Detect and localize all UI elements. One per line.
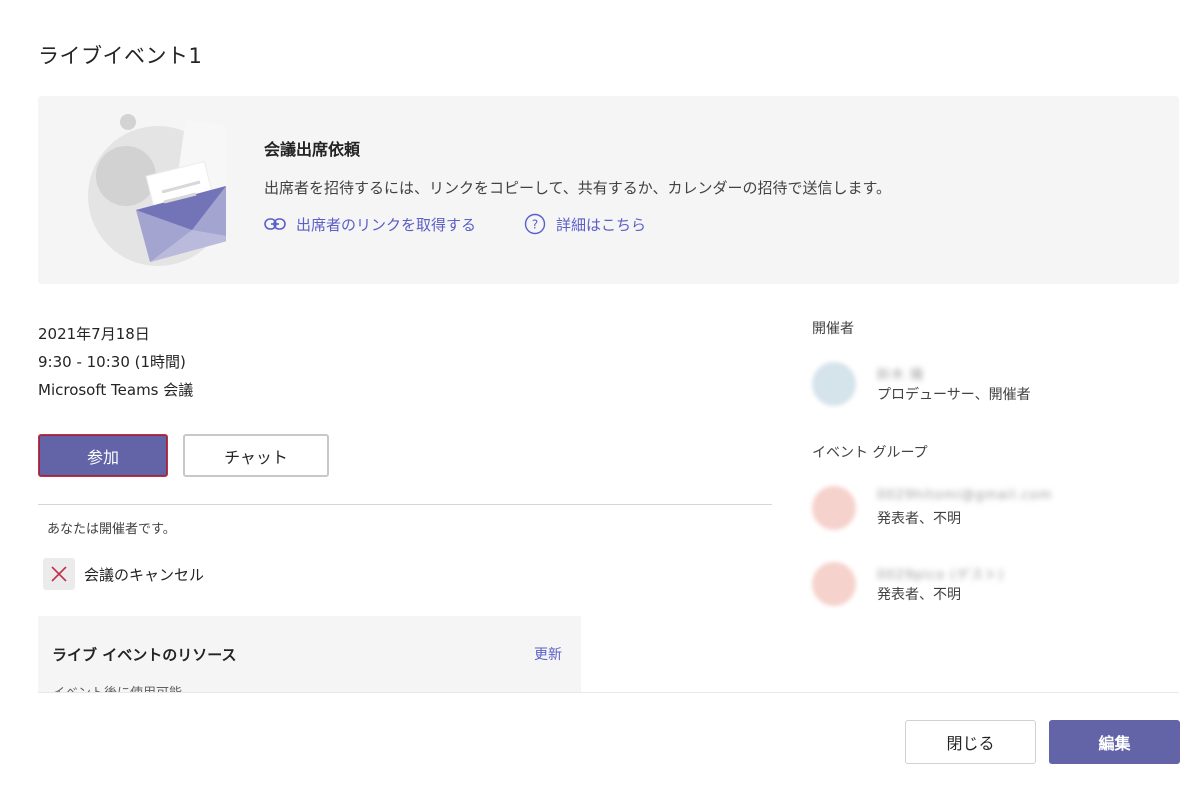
person-role: プロデューサー、開催者	[877, 387, 1031, 403]
invite-links: 出席者のリンクを取得する ? 詳細はこちら	[264, 213, 891, 235]
envelope-illustration-icon	[88, 114, 226, 266]
cancel-meeting-label: 会議のキャンセル	[84, 565, 205, 584]
person-name: 0029pico (ゲスト)	[877, 568, 1005, 583]
person-info: 0029pico (ゲスト) 発表者、不明	[877, 564, 1004, 604]
event-date: 2021年7月18日	[38, 325, 150, 343]
close-button[interactable]: 閉じる	[905, 720, 1036, 764]
invite-heading: 会議出席依頼	[264, 140, 361, 159]
refresh-link[interactable]: 更新	[534, 644, 562, 664]
close-icon	[51, 566, 67, 582]
person-name: 鈴木 陽	[877, 368, 925, 383]
invite-description: 出席者を招待するには、リンクをコピーして、共有するか、カレンダーの招待で送信しま…	[264, 179, 892, 197]
get-attendee-link-button[interactable]: 出席者のリンクを取得する	[264, 214, 476, 235]
avatar	[812, 362, 856, 406]
live-event-resources-panel: ライブ イベントのリソース 更新 イベント後に使用可能	[38, 616, 581, 692]
invite-panel: 会議出席依頼 出席者を招待するには、リンクをコピーして、共有するか、カレンダーの…	[38, 96, 1179, 284]
section-divider	[38, 504, 772, 505]
person-info: 鈴木 陽 プロデューサー、開催者	[877, 364, 1031, 404]
organizer-person[interactable]: 鈴木 陽 プロデューサー、開催者	[812, 362, 1031, 406]
cancel-icon-box	[43, 558, 75, 590]
event-time: 9:30 - 10:30 (1時間)	[38, 353, 186, 371]
help-circle-icon: ?	[524, 213, 546, 235]
footer-divider	[38, 692, 1179, 693]
join-button[interactable]: 参加	[38, 434, 168, 477]
person-name: 0029hitomi@gmail.com	[877, 488, 1053, 503]
avatar	[812, 486, 856, 530]
learn-more-link[interactable]: ? 詳細はこちら	[524, 213, 646, 235]
resources-title: ライブ イベントのリソース	[52, 646, 237, 664]
person-role: 発表者、不明	[877, 587, 961, 603]
event-type: Microsoft Teams 会議	[38, 381, 194, 399]
link-icon	[264, 218, 286, 230]
person-role: 発表者、不明	[877, 511, 961, 527]
event-group-heading: イベント グループ	[812, 445, 928, 461]
invite-text-block: 会議出席依頼 出席者を招待するには、リンクをコピーして、共有するか、カレンダーの…	[264, 136, 891, 235]
event-details: 2021年7月18日 9:30 - 10:30 (1時間) Microsoft …	[38, 320, 193, 404]
chat-button[interactable]: チャット	[183, 434, 329, 477]
dialog-title: ライブイベント1	[38, 44, 203, 68]
cancel-meeting-button[interactable]: 会議のキャンセル	[43, 558, 204, 590]
avatar	[812, 562, 856, 606]
resources-subtitle: イベント後に使用可能	[52, 682, 182, 692]
learn-more-label: 詳細はこちら	[556, 215, 647, 234]
edit-button[interactable]: 編集	[1049, 720, 1180, 764]
svg-text:?: ?	[532, 218, 538, 232]
organizer-heading: 開催者	[812, 321, 854, 337]
group-member-1[interactable]: 0029hitomi@gmail.com 発表者、不明	[812, 486, 1052, 530]
organizer-note: あなたは開催者です。	[47, 522, 176, 537]
person-info: 0029hitomi@gmail.com 発表者、不明	[877, 488, 1052, 528]
get-attendee-link-label: 出席者のリンクを取得する	[296, 215, 477, 234]
group-member-2[interactable]: 0029pico (ゲスト) 発表者、不明	[812, 562, 1004, 606]
